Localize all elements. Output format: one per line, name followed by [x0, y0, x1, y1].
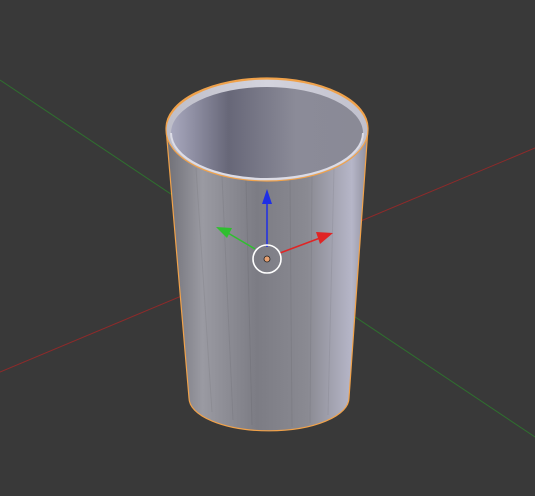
viewport-canvas[interactable] [0, 0, 535, 496]
pivot-point-icon [263, 255, 271, 263]
3d-viewport[interactable] [0, 0, 535, 496]
cup-object[interactable] [165, 77, 369, 432]
